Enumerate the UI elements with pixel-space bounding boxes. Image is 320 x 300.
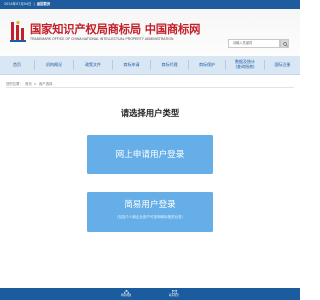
footer-bar: 网站地图 联系我们 [0,288,300,300]
nav-application[interactable]: 商标申请 [113,56,150,74]
nav-about[interactable]: 机构概况 [35,56,73,74]
current-date: 2024年07月04日 [4,2,32,6]
return-home-link[interactable]: 返回首页 [37,0,51,9]
site-title: 国家知识产权局商标局 中国商标网 [30,22,201,36]
nav-statistics[interactable]: 数据及统计 (查询指南) [226,56,264,74]
simple-user-login-label: 简易用户登录 [124,200,176,210]
nav-agency[interactable]: 商标代理 [151,56,188,74]
nav-protection[interactable]: 商标保护 [189,56,225,74]
site-subtitle-en: TRADEMARK OFFICE OF CHINA NATIONAL INTEL… [30,37,174,41]
breadcrumb-separator: > [33,82,37,86]
breadcrumb-current: 用户选择 [38,82,53,86]
online-applicant-login-button[interactable]: 网上申请用户登录 [87,135,213,174]
footer-sitemap[interactable]: 网站地图 [112,290,140,298]
footer-contact[interactable]: 联系我们 [160,290,188,298]
divider [6,87,294,88]
top-bar-separator: | [33,2,35,6]
top-bar: 2024年07月04日 | 返回首页 [0,0,300,9]
simple-user-login-button[interactable]: 简易用户登录 （包括个人和企业用户可查询商标相关业务） [87,192,213,232]
main-nav: 首页 机构概况 政策文件 商标申请 商标代理 商标保护 数据及统计 (查询指南)… [0,56,300,75]
simple-user-login-note: （包括个人和企业用户可查询商标相关业务） [115,215,185,219]
page-title: 请选择用户类型 [120,108,180,118]
breadcrumb: 您的位置： 首页 > 用户选择 [6,81,53,86]
search-button[interactable] [280,39,289,48]
emblem-logo[interactable] [9,20,27,44]
search-input[interactable]: 请输入关键词 [228,39,280,48]
breadcrumb-home[interactable]: 首页 [25,82,32,86]
nav-home[interactable]: 首页 [0,56,34,74]
search-icon [282,41,288,47]
online-applicant-login-label: 网上申请用户登录 [115,150,185,160]
nav-policy[interactable]: 政策文件 [74,56,112,74]
site-header: 国家知识产权局商标局 中国商标网 TRADEMARK OFFICE OF CHI… [0,9,300,56]
breadcrumb-label: 您的位置： [6,82,23,86]
nav-international[interactable]: 国际注册 [265,56,300,74]
